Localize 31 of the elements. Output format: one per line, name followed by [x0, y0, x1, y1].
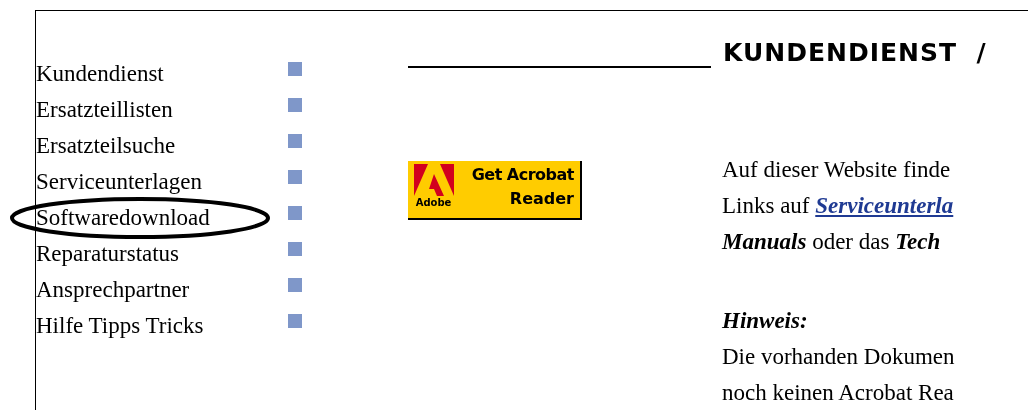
- sidebar-link[interactable]: Ersatzteillisten: [36, 92, 288, 128]
- body-text: Links auf: [722, 192, 811, 218]
- adobe-label: Adobe: [415, 195, 452, 210]
- sidebar-link[interactable]: Hilfe Tipps Tricks: [36, 308, 288, 344]
- bullet-square-icon: [288, 206, 302, 220]
- sidebar-link[interactable]: Serviceunterlagen: [36, 164, 288, 200]
- bullet-square-icon: [288, 98, 302, 112]
- link[interactable]: Serviceunterla: [815, 192, 954, 218]
- acrobat-reader-badge[interactable]: Adobe Get Acrobat Reader: [408, 160, 582, 220]
- bullet-square-icon: [288, 134, 302, 148]
- bullet-square-icon: [288, 314, 302, 328]
- body-text: Die vorhanden Dokumen: [722, 343, 955, 369]
- badge-subtitle: Reader: [509, 187, 574, 210]
- body-text: noch keinen Acrobat Rea: [722, 379, 954, 405]
- emphasis-text: Hinweis:: [722, 307, 808, 333]
- bullet-square-icon: [288, 242, 302, 256]
- bullet-square-icon: [288, 278, 302, 292]
- sidebar-link[interactable]: Ansprechpartner: [36, 272, 288, 308]
- page-heading: KUNDENDIENST /: [723, 37, 987, 69]
- bullet-square-icon: [288, 62, 302, 76]
- emphasis-text: Manuals: [722, 228, 807, 254]
- bullet-square-icon: [288, 170, 302, 184]
- emphasis-text: Tech: [895, 228, 941, 254]
- body-text: oder das: [811, 228, 891, 254]
- adobe-logo-icon: [413, 163, 454, 196]
- sidebar-link[interactable]: Kundendienst: [36, 56, 288, 92]
- body-text: Auf dieser Website finde: [722, 156, 951, 182]
- sidebar-link[interactable]: Ersatzteilsuche: [36, 128, 288, 164]
- sidebar-link[interactable]: Reparaturstatus: [36, 236, 288, 272]
- badge-title: Get Acrobat: [471, 163, 574, 186]
- sidebar-link[interactable]: Softwaredownload: [36, 200, 288, 236]
